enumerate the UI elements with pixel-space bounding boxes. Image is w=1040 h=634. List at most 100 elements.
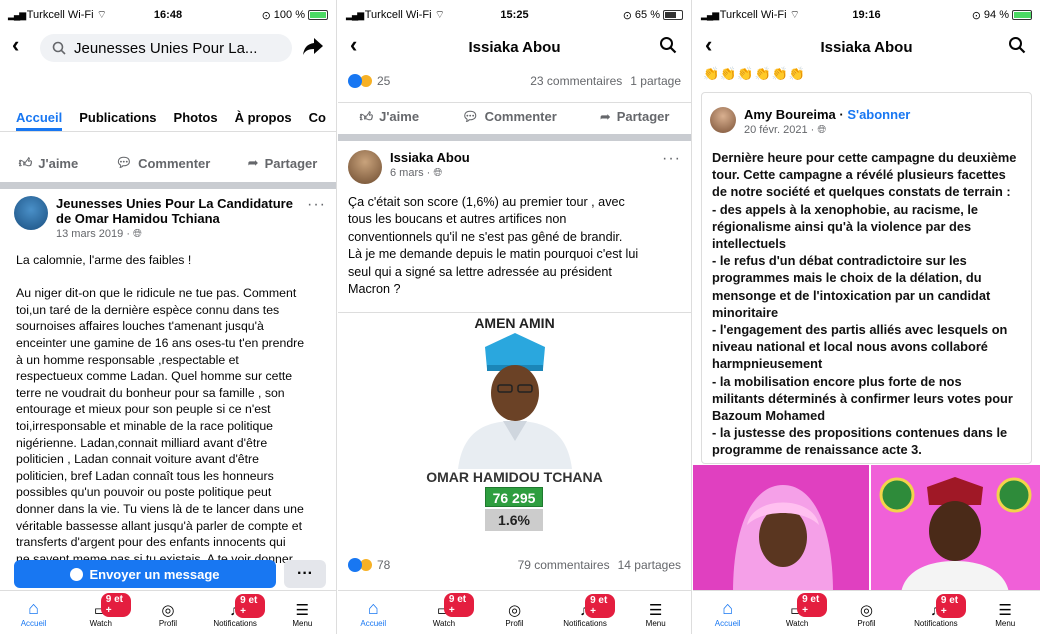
post-line: seul qui a signé sa lettre adressée au p… — [348, 264, 612, 279]
panel-issiaka-post: ▂▄▆ Turkcell Wi-Fi ⌔ 15:25 ⊙ 65 % ‹ Issi… — [338, 0, 692, 634]
messenger-icon — [70, 567, 84, 581]
vote-count: 76 295 — [485, 487, 543, 507]
share-button[interactable]: ➦ Partager — [248, 155, 318, 171]
photo-woman[interactable] — [693, 465, 869, 593]
tab-accueil[interactable]: Accueil — [16, 102, 63, 131]
campaign-photos — [693, 465, 1040, 593]
comment-count[interactable]: 79 commentaires — [518, 558, 610, 572]
share-icon: ➦ — [247, 155, 259, 170]
reaction-count: 25 — [377, 74, 391, 88]
post-line: minoritaire — [712, 304, 779, 320]
post-line: - le refus d'un débat contradictoire sur… — [712, 253, 967, 269]
post-date: 13 mars 2019 · 🌐︎ — [56, 228, 142, 240]
tab-watch[interactable]: ▭9 et +Watch — [767, 593, 828, 628]
tab-menu[interactable]: ☰ Menu — [626, 601, 686, 628]
share-count[interactable]: 14 partages — [618, 558, 681, 572]
post-author[interactable]: Jeunesses Unies Pour La Candidature de O… — [56, 196, 306, 226]
search-text: Jeunesses Unies Pour La... — [74, 39, 258, 57]
menu-icon: ☰ — [648, 602, 663, 619]
comment-count[interactable]: 23 commentaires — [530, 74, 622, 88]
tab-profile[interactable]: ◎ Profil — [836, 601, 896, 628]
post-line: mensonge et de l'intoxication par un can… — [712, 287, 991, 303]
post-actions: 👍︎ J'aime 💬︎ Commenter ➦ Partager — [0, 150, 336, 176]
page-avatar[interactable] — [14, 196, 48, 230]
tab-home[interactable]: ⌂ Accueil — [4, 598, 64, 628]
post-line: niveau national et local nous avons coll… — [712, 339, 988, 355]
post-line: - l'engagement des partis alliés avec le… — [712, 322, 1008, 338]
author-avatar[interactable] — [348, 150, 382, 184]
post-line: - la justesse des propositions contenues… — [712, 425, 1008, 441]
like-button[interactable]: 👍︎ J'aime — [19, 155, 79, 171]
tab-watch[interactable]: ▭9 et +Watch — [71, 593, 131, 628]
post-line: donner dans la vie. Tu viens là de te la… — [16, 501, 304, 516]
battery-status: ⊙ 65 % — [623, 9, 683, 22]
post-line: harmpnieusement — [712, 356, 823, 372]
top-bar: ‹ Jeunesses Unies Pour La... — [0, 30, 336, 64]
reaction-summary[interactable]: 25 23 commentaires 1 partage — [348, 74, 681, 88]
post-line: Là je me demande depuis le matin pourquo… — [348, 247, 639, 262]
reaction-summary[interactable]: 78 79 commentaires 14 partages — [348, 558, 681, 572]
battery-icon — [663, 10, 683, 20]
tab-notifications[interactable]: ♫9 et +Notifications — [555, 594, 616, 628]
post-line: sournoises affaires louches t'amenant ju… — [16, 319, 264, 334]
profile-icon: ◎ — [161, 602, 175, 619]
share-count[interactable]: 1 partage — [630, 74, 681, 88]
battery-icon — [1012, 10, 1032, 20]
menu-icon: ☰ — [295, 602, 310, 619]
search-input[interactable]: Jeunesses Unies Pour La... — [40, 34, 292, 62]
post-more-icon[interactable]: ··· — [662, 150, 681, 168]
page-tabs: Accueil Publications Photos À propos Co — [0, 102, 336, 132]
campaign-image[interactable]: AMEN AMIN OMAR HAMIDOU TCHANA 76 295 1.6… — [338, 312, 691, 552]
status-bar: ▂▄▆ Turkcell Wi-Fi ⌔ 19:16 ⊙ 94 % — [693, 0, 1040, 30]
share-arrow-icon[interactable] — [302, 36, 324, 56]
comment-icon: 💬︎ — [462, 108, 479, 124]
photo-man[interactable] — [871, 465, 1040, 593]
top-bar: ‹ Issiaka Abou — [693, 30, 1040, 64]
page-title: Issiaka Abou — [468, 38, 561, 56]
more-options-button[interactable]: ··· — [284, 560, 326, 588]
shared-author-line: Amy Boureima · S'abonner — [744, 107, 911, 122]
tab-menu[interactable]: ☰ Menu — [272, 601, 332, 628]
man-portrait-icon — [879, 477, 1032, 593]
post-line: enceinter une gamine de 16 ans oses-tu t… — [16, 335, 305, 350]
tab-home[interactable]: ⌂ Accueil — [343, 598, 403, 628]
post-more-icon[interactable]: ··· — [307, 196, 326, 214]
tab-home[interactable]: ⌂ Accueil — [698, 598, 758, 628]
like-reaction-icon — [348, 74, 362, 88]
like-button[interactable]: 👍︎ J'aime — [360, 109, 420, 125]
shared-post-card[interactable]: Amy Boureima · S'abonner 20 févr. 2021 ·… — [701, 92, 1032, 464]
search-icon[interactable] — [1008, 36, 1026, 54]
tab-community[interactable]: Co — [309, 102, 326, 131]
battery-icon — [308, 10, 328, 20]
tab-publications[interactable]: Publications — [79, 102, 156, 131]
back-chevron-icon[interactable]: ‹ — [12, 32, 19, 58]
comment-button[interactable]: 💬︎ Commenter — [116, 155, 211, 171]
post-date: 6 mars · 🌐︎ — [390, 167, 443, 179]
tab-profile[interactable]: ◎ Profil — [138, 601, 198, 628]
tab-notifications[interactable]: ♫9 et +Notifications — [906, 594, 966, 628]
post-line: véritable bassesse allant jusqu'à parler… — [16, 518, 303, 533]
tab-a-propos[interactable]: À propos — [235, 102, 292, 131]
tab-photos[interactable]: Photos — [174, 102, 218, 131]
search-icon — [52, 41, 66, 55]
alarm-icon: ⊙ — [622, 9, 632, 22]
status-bar: ▂▄▆ Turkcell Wi-Fi ⌔ 15:25 ⊙ 65 % — [338, 0, 691, 30]
battery-status: ⊙ 94 % — [972, 9, 1032, 22]
search-icon[interactable] — [659, 36, 677, 54]
shared-author[interactable]: Amy Boureima — [744, 107, 836, 122]
post-line: politicien , Ladan connait voiture avant… — [16, 452, 259, 467]
tab-menu[interactable]: ☰ Menu — [975, 601, 1035, 628]
share-button[interactable]: ➦ Partager — [600, 109, 670, 125]
tab-profile[interactable]: ◎ Profil — [484, 601, 544, 628]
post-line: toi,irresponsable et minable de la race … — [16, 418, 274, 433]
post-actions: 👍︎ J'aime 💬︎ Commenter ➦ Partager — [338, 102, 691, 130]
author-avatar[interactable] — [710, 107, 736, 133]
send-message-button[interactable]: Envoyer un message — [14, 560, 276, 588]
tab-watch[interactable]: ▭9 et +Watch — [414, 593, 474, 628]
bottom-tab-bar: ⌂Accueil ▭9 et +Watch ◎Profil ♫9 et +Not… — [693, 590, 1040, 634]
comment-button[interactable]: 💬︎ Commenter — [462, 109, 557, 125]
post-author[interactable]: Issiaka Abou — [390, 150, 470, 165]
post-line: toi,un taré de la dernière espèce connu … — [16, 302, 280, 317]
follow-link[interactable]: S'abonner — [847, 107, 910, 122]
tab-notifications[interactable]: ♫9 et +Notifications — [205, 594, 266, 628]
